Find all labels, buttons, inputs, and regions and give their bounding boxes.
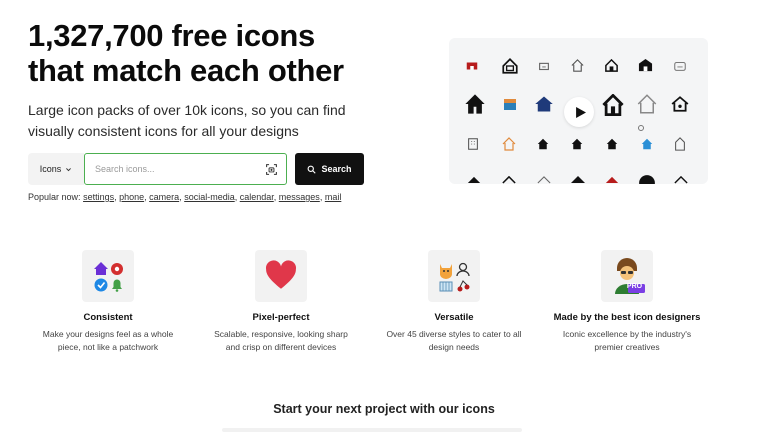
- house-icon: [467, 176, 481, 184]
- feature-description: Over 45 diverse styles to cater to all d…: [369, 328, 539, 354]
- search-icon: [308, 165, 317, 174]
- pixel-perfect-illustration: [255, 250, 307, 302]
- feature-desc-line: Iconic excellence by the industry's: [562, 329, 692, 339]
- feature-description: Make your designs feel as a whole piece,…: [23, 328, 193, 354]
- search-button-label: Search: [321, 164, 352, 174]
- image-search-icon[interactable]: [265, 163, 278, 176]
- feature-designers: PRO Made by the best icon designers Icon…: [542, 250, 712, 354]
- house-icon: [537, 59, 551, 73]
- consistent-illustration: [82, 250, 134, 302]
- cherry-icon: [457, 280, 470, 292]
- house-icon: [502, 96, 518, 112]
- search-type-label: Icons: [39, 164, 62, 174]
- search-input[interactable]: [95, 164, 265, 174]
- play-icon: [575, 106, 586, 118]
- pro-badge: PRO: [626, 283, 643, 290]
- house-icon: [674, 176, 688, 184]
- house-icon: [671, 95, 689, 113]
- feature-pixel-perfect: Pixel-perfect Scalable, responsive, look…: [196, 250, 366, 354]
- page-subtitle: Large icon packs of over 10k icons, so y…: [28, 100, 408, 142]
- basket-icon: [439, 281, 453, 292]
- heart-icon: [265, 260, 297, 289]
- feature-title: Made by the best icon designers: [553, 312, 701, 323]
- house-icon: [673, 137, 687, 151]
- home-icon: [94, 262, 108, 275]
- section-divider: [222, 428, 522, 432]
- feature-desc-line: Make your designs feel as a whole: [42, 329, 174, 339]
- chevron-down-icon: [66, 167, 72, 171]
- cursor-icon: [637, 124, 645, 132]
- bell-icon: [112, 279, 122, 289]
- house-icon: [605, 176, 619, 184]
- popular-link-calendar[interactable]: calendar: [240, 192, 274, 202]
- house-icon: [534, 94, 554, 114]
- user-icon: [456, 262, 470, 277]
- house-icon: [502, 176, 516, 184]
- title-line-1: 1,327,700 free icons: [28, 18, 315, 53]
- popular-link-messages[interactable]: messages: [279, 192, 320, 202]
- house-icon: [501, 136, 517, 152]
- section-heading: Start your next project with our icons: [273, 402, 495, 416]
- feature-desc-line: design needs: [428, 342, 480, 352]
- popular-link-camera[interactable]: camera: [149, 192, 179, 202]
- feature-desc-line: Scalable, responsive, looking sharp: [214, 329, 348, 339]
- verified-icon: [94, 278, 108, 292]
- feature-desc-line: piece, not like a patchwork: [57, 342, 159, 352]
- house-icon: [638, 58, 653, 73]
- designer-illustration: PRO: [601, 250, 653, 302]
- house-icon: [638, 174, 656, 184]
- feature-title: Consistent: [83, 312, 133, 323]
- feature-versatile: Versatile Over 45 diverse styles to cate…: [369, 250, 539, 354]
- house-icon: [602, 94, 624, 116]
- search-field: [84, 153, 287, 185]
- versatile-illustration: [428, 250, 480, 302]
- popular-searches: Popular now: settings, phone, camera, so…: [28, 192, 342, 202]
- house-icon: [570, 175, 586, 184]
- house-icon: [571, 138, 583, 150]
- popular-link-mail[interactable]: mail: [325, 192, 342, 202]
- cat-icon: [440, 264, 452, 279]
- house-icon: [464, 93, 486, 115]
- designer-avatar-icon: [615, 258, 645, 294]
- house-icon: [465, 59, 479, 73]
- search-type-select[interactable]: Icons: [28, 153, 84, 185]
- house-icon: [606, 138, 618, 150]
- feature-desc-line: premier creatives: [594, 342, 660, 352]
- search-button[interactable]: Search: [295, 153, 364, 185]
- search-bar: Icons Search: [28, 153, 364, 185]
- page-title: 1,327,700 free icons that match each oth…: [28, 18, 418, 88]
- house-icon: [673, 59, 687, 73]
- house-icon: [604, 58, 619, 73]
- feature-description: Iconic excellence by the industry's prem…: [542, 328, 712, 354]
- play-button[interactable]: [564, 97, 594, 127]
- title-line-2: that match each other: [28, 53, 344, 88]
- house-icon: [570, 58, 585, 73]
- feature-consistent: Consistent Make your designs feel as a w…: [23, 250, 193, 354]
- feature-title: Pixel-perfect: [252, 312, 310, 323]
- house-icon: [501, 57, 519, 75]
- popular-label: Popular now:: [28, 192, 81, 202]
- popular-link-social-media[interactable]: social-media: [184, 192, 235, 202]
- feature-desc-line: and crisp on different devices: [225, 342, 337, 352]
- icon-preview-panel[interactable]: [449, 38, 708, 184]
- feature-desc-line: Over 45 diverse styles to cater to all: [386, 329, 522, 339]
- house-icon: [637, 94, 657, 114]
- subtitle-line-1: Large icon packs of over 10k icons, so y…: [28, 102, 346, 118]
- house-icon: [537, 138, 549, 150]
- popular-link-phone[interactable]: phone: [119, 192, 144, 202]
- feature-title: Versatile: [434, 312, 474, 323]
- popular-link-settings[interactable]: settings: [83, 192, 114, 202]
- building-icon: [466, 137, 480, 151]
- subtitle-line-2: visually consistent icons for all your d…: [28, 123, 299, 139]
- house-icon: [641, 138, 653, 150]
- house-icon: [537, 176, 551, 184]
- feature-description: Scalable, responsive, looking sharp and …: [196, 328, 366, 354]
